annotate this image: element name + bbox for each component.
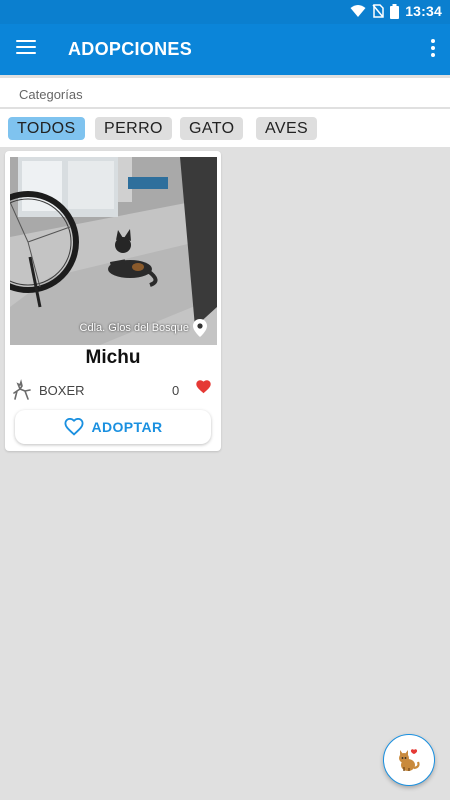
fab-button[interactable]: [383, 734, 435, 786]
status-time: 13:34: [405, 3, 442, 19]
pet-name: Michu: [85, 347, 141, 368]
chip-aves[interactable]: AVES: [256, 117, 318, 140]
chip-todos[interactable]: TODOS: [8, 117, 85, 140]
likes-count: 0: [172, 383, 180, 398]
no-sim-icon: [372, 4, 384, 18]
adopt-label: ADOPTAR: [91, 419, 163, 435]
pet-photo[interactable]: Cdla. Glos del Bosque: [10, 157, 217, 345]
chip-gato[interactable]: GATO: [180, 117, 244, 140]
adopt-button[interactable]: ADOPTAR: [15, 410, 211, 444]
app-title: ADOPCIONES: [68, 39, 193, 59]
categories-label: Categorías: [19, 87, 83, 102]
battery-icon: [390, 3, 400, 19]
pet-photo-image: [10, 157, 217, 345]
cat-heart-icon: [399, 749, 420, 771]
pet-breed: BOXER: [39, 383, 85, 398]
heart-outline-icon: [64, 418, 83, 436]
chip-perro[interactable]: PERRO: [95, 117, 172, 140]
category-chip-bar: TODOS PERRO GATO AVES: [0, 109, 450, 147]
pet-card[interactable]: Cdla. Glos del Bosque Michu BOXER 0 ADOP…: [5, 151, 221, 451]
heart-icon[interactable]: [196, 380, 211, 394]
categories-header: Categorías: [0, 78, 450, 107]
status-bar: 13:34: [0, 0, 450, 24]
app-bar: ADOPCIONES: [0, 24, 450, 75]
dog-icon: [13, 379, 31, 400]
status-icons: 13:34: [350, 3, 442, 19]
pet-meta-row: BOXER 0: [11, 379, 215, 401]
more-vert-icon[interactable]: [430, 39, 436, 57]
pet-location-text: Cdla. Glos del Bosque: [79, 322, 189, 334]
pet-location: Cdla. Glos del Bosque: [80, 319, 207, 337]
menu-icon[interactable]: [16, 40, 36, 58]
location-pin-icon: [193, 319, 207, 337]
wifi-icon: [350, 5, 366, 17]
